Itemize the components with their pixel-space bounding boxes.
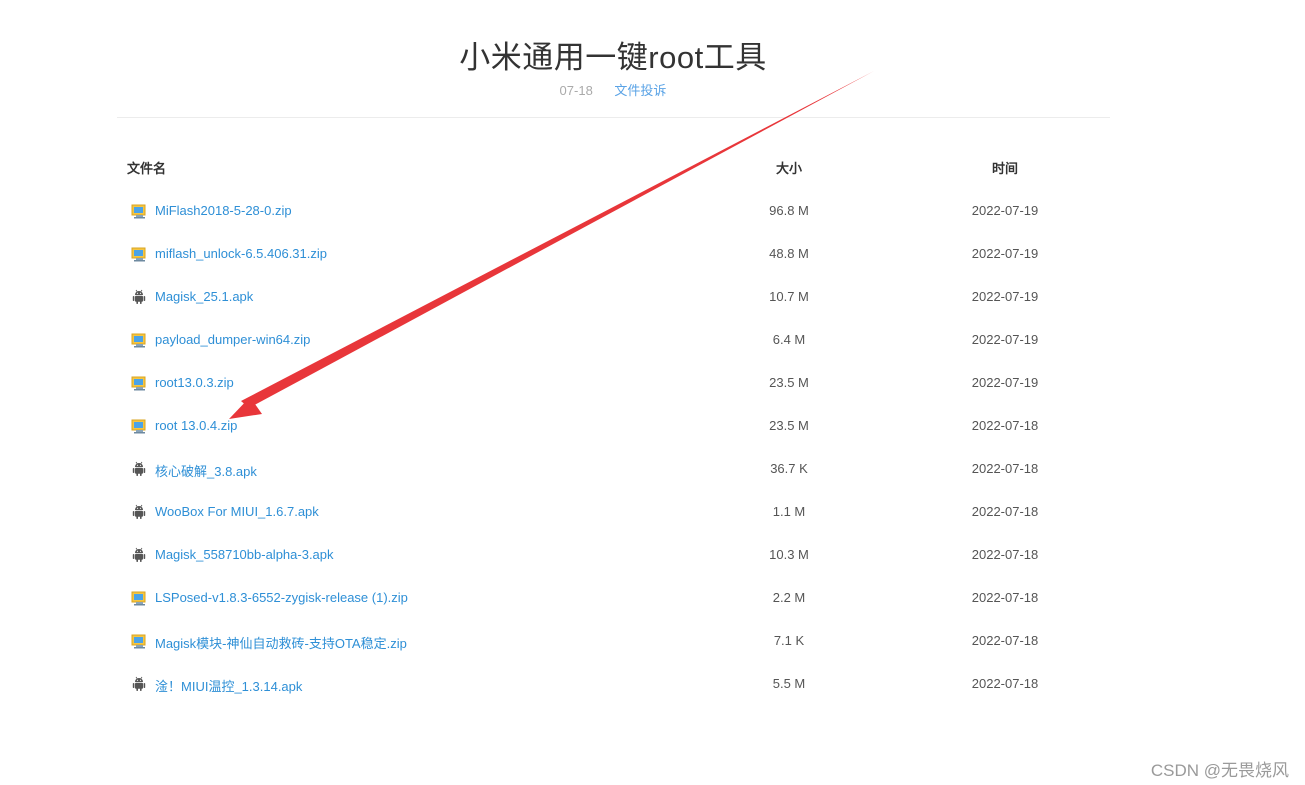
file-name-link[interactable]: WooBox For MIUI_1.6.7.apk (155, 504, 319, 519)
file-name-link[interactable]: root 13.0.4.zip (155, 418, 237, 433)
file-name-link[interactable]: Magisk_25.1.apk (155, 289, 253, 304)
android-icon (131, 676, 147, 692)
table-row: LSPosed-v1.8.3-6552-zygisk-release (1).z… (127, 576, 1110, 619)
file-date: 2022-07-18 (971, 504, 1039, 519)
android-icon (131, 289, 147, 305)
file-size: 23.5 M (769, 418, 809, 433)
file-date: 2022-07-19 (971, 375, 1039, 390)
file-date: 2022-07-18 (971, 547, 1039, 562)
android-icon (131, 461, 147, 477)
file-name-link[interactable]: 核心破解_3.8.apk (155, 461, 257, 480)
file-date: 2022-07-19 (971, 289, 1039, 304)
file-size: 7.1 K (773, 633, 805, 648)
file-size: 1.1 M (772, 504, 806, 519)
file-name-link[interactable]: root13.0.3.zip (155, 375, 234, 390)
file-size: 2.2 M (772, 590, 806, 605)
file-name-link[interactable]: 淦！MIUI温控_1.3.14.apk (155, 676, 302, 695)
report-link[interactable]: 文件投诉 (614, 83, 666, 98)
file-size: 5.5 M (772, 676, 806, 691)
table-row: 淦！MIUI温控_1.3.14.apk 5.5 M 2022-07-18 (127, 662, 1110, 705)
file-date: 2022-07-18 (971, 633, 1039, 648)
page-meta: 07-18 文件投诉 (0, 80, 1226, 99)
page-title: 小米通用一键root工具 (459, 40, 767, 75)
table-row: MiFlash2018-5-28-0.zip 96.8 M 2022-07-19 (127, 189, 1110, 232)
table-header: 文件名 大小 时间 (127, 158, 1110, 178)
file-size: 48.8 M (769, 246, 809, 261)
file-date: 2022-07-19 (971, 332, 1039, 347)
archive-icon (131, 246, 147, 262)
archive-icon (131, 590, 147, 606)
table-row: 核心破解_3.8.apk 36.7 K 2022-07-18 (127, 447, 1110, 490)
file-date: 2022-07-19 (971, 246, 1039, 261)
archive-icon (131, 203, 147, 219)
table-row: Magisk_25.1.apk 10.7 M 2022-07-19 (127, 275, 1110, 318)
column-header-name: 文件名 (127, 161, 167, 176)
file-date: 2022-07-19 (971, 203, 1039, 218)
csdn-watermark: CSDN @无畏烧风 (1150, 761, 1289, 780)
column-header-time: 时间 (991, 161, 1018, 176)
table-row: miflash_unlock-6.5.406.31.zip 48.8 M 2022-… (127, 232, 1110, 275)
file-size: 10.7 M (769, 289, 809, 304)
android-icon (131, 504, 147, 520)
file-name-link[interactable]: LSPosed-v1.8.3-6552-zygisk-release (1).z… (155, 590, 408, 605)
file-date: 2022-07-18 (971, 461, 1039, 476)
file-date: 2022-07-18 (971, 676, 1039, 691)
file-date: 2022-07-18 (971, 590, 1039, 605)
file-date: 2022-07-18 (971, 418, 1039, 433)
header-divider (117, 117, 1110, 118)
table-row: Magisk_558710bb-alpha-3.apk 10.3 M 2022-07… (127, 533, 1110, 576)
file-size: 96.8 M (769, 203, 809, 218)
file-name-link[interactable]: miflash_unlock-6.5.406.31.zip (155, 246, 327, 261)
archive-icon (131, 375, 147, 391)
file-size: 6.4 M (772, 332, 806, 347)
table-row: root 13.0.4.zip 23.5 M 2022-07-18 (127, 404, 1110, 447)
table-row: WooBox For MIUI_1.6.7.apk 1.1 M 2022-07-18 (127, 490, 1110, 533)
file-name-link[interactable]: Magisk模块-神仙自动救砖-支持OTA稳定.zip (155, 633, 407, 652)
file-size: 23.5 M (769, 375, 809, 390)
file-name-link[interactable]: MiFlash2018-5-28-0.zip (155, 203, 292, 218)
file-name-link[interactable]: payload_dumper-win64.zip (155, 332, 310, 347)
file-size: 36.7 K (770, 461, 808, 476)
file-name-link[interactable]: Magisk_558710bb-alpha-3.apk (155, 547, 334, 562)
archive-icon (131, 633, 147, 649)
android-icon (131, 547, 147, 563)
file-size: 10.3 M (769, 547, 809, 562)
file-list: MiFlash2018-5-28-0.zip 96.8 M 2022-07-19 mi… (127, 189, 1110, 705)
publish-date: 07-18 (559, 83, 593, 98)
table-row: root13.0.3.zip 23.5 M 2022-07-19 (127, 361, 1110, 404)
archive-icon (131, 332, 147, 348)
column-header-size: 大小 (775, 161, 802, 176)
archive-icon (131, 418, 147, 434)
table-row: payload_dumper-win64.zip 6.4 M 2022-07-19 (127, 318, 1110, 361)
table-row: Magisk模块-神仙自动救砖-支持OTA稳定.zip 7.1 K 2022-07-… (127, 619, 1110, 662)
